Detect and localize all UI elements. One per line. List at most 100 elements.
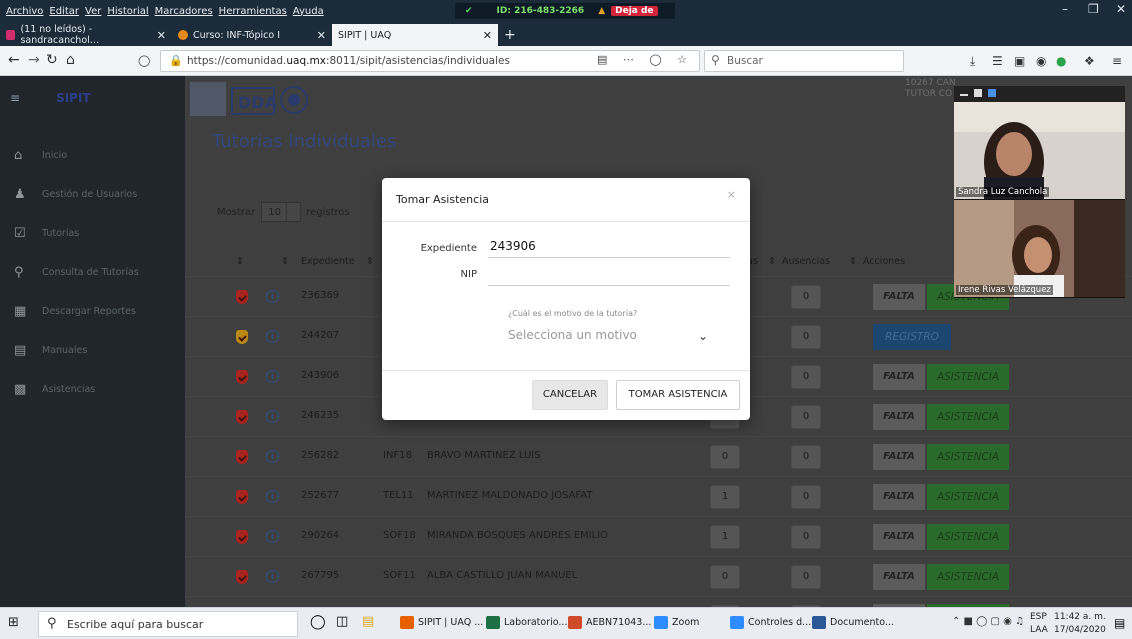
task-view-icon[interactable]: ◫: [336, 614, 348, 629]
sort-icon[interactable]: ⇕: [366, 256, 374, 267]
info-icon[interactable]: i: [266, 290, 279, 303]
falta-button[interactable]: FALTA: [873, 364, 925, 390]
restore-icon[interactable]: ❐: [1088, 2, 1099, 16]
asistencia-button[interactable]: ASISTENCIA: [927, 484, 1009, 510]
stop-sharing-button[interactable]: Deja de: [611, 6, 658, 16]
taskbar-app[interactable]: Documento...: [812, 616, 894, 629]
expediente-field[interactable]: 243906: [488, 236, 730, 258]
menu-ayuda[interactable]: Ayuda: [293, 6, 324, 17]
close-window-icon[interactable]: ✕: [1116, 2, 1126, 16]
sidebar-item-consulta[interactable]: ⚲ Consulta de Tutorías: [0, 253, 185, 292]
notifications-icon[interactable]: ▤: [1114, 616, 1125, 630]
taskbar-app[interactable]: Zoom: [654, 616, 699, 629]
cortana-icon[interactable]: ◯: [310, 614, 326, 630]
falta-button[interactable]: FALTA: [873, 404, 925, 430]
language-indicator[interactable]: ESP LAA: [1030, 611, 1048, 637]
extension-icon[interactable]: ◉: [1036, 54, 1046, 68]
info-icon[interactable]: i: [266, 530, 279, 543]
close-tab-icon[interactable]: ✕: [483, 29, 492, 42]
grammar-extension-icon[interactable]: ●: [1056, 54, 1066, 68]
asistencia-button[interactable]: ASISTENCIA: [927, 524, 1009, 550]
falta-button[interactable]: FALTA: [873, 484, 925, 510]
info-icon[interactable]: i: [266, 410, 279, 423]
sidebar-item-asistencias[interactable]: ▩ Asistencias: [0, 370, 185, 409]
taskbar-app[interactable]: AEBN71043...: [568, 616, 651, 629]
search-input[interactable]: ⚲ Buscar: [704, 50, 904, 72]
library-icon[interactable]: ☰: [992, 54, 1003, 68]
sort-icon[interactable]: ⇕: [768, 256, 776, 267]
sort-icon[interactable]: ⇕: [281, 256, 289, 267]
video-tile-1[interactable]: Sandra Luz Canchola: [954, 102, 1125, 199]
minimize-icon[interactable]: [960, 94, 968, 96]
info-icon[interactable]: i: [266, 490, 279, 503]
home-icon[interactable]: ⌂: [66, 52, 75, 68]
view-icon[interactable]: [974, 89, 982, 97]
sidebar-item-usuarios[interactable]: ♟ Gestión de Usuarios: [0, 175, 185, 214]
hamburger-menu-icon[interactable]: ≡: [1112, 54, 1122, 68]
sidebar-item-reportes[interactable]: ▦ Descargar Reportes: [0, 292, 185, 331]
close-tab-icon[interactable]: ✕: [317, 29, 326, 42]
falta-button[interactable]: FALTA: [873, 284, 925, 310]
menu-herramientas[interactable]: Herramientas: [219, 6, 287, 17]
menu-toggle-icon[interactable]: ≡: [10, 91, 20, 105]
menu-marcadores[interactable]: Marcadores: [155, 6, 213, 17]
page-actions-icon[interactable]: ▤ ⋯ ◯ ☆: [597, 53, 693, 66]
downloads-icon[interactable]: ⤓: [970, 54, 975, 69]
new-tab-button[interactable]: +: [498, 24, 522, 46]
falta-button[interactable]: FALTA: [873, 444, 925, 470]
taskbar-search-placeholder: Escribe aquí para buscar: [67, 617, 204, 631]
menu-historial[interactable]: Historial: [107, 6, 148, 17]
asistencia-button[interactable]: ASISTENCIA: [927, 404, 1009, 430]
registro-button[interactable]: REGISTRO: [873, 324, 951, 350]
forward-icon[interactable]: →: [28, 52, 40, 68]
menu-icon[interactable]: [988, 89, 996, 97]
video-tile-2[interactable]: Irene Rivas Velázquez: [954, 200, 1125, 297]
taskbar-app[interactable]: SIPIT | UAQ ...: [400, 616, 483, 629]
shield-icon[interactable]: ◯: [138, 54, 150, 67]
sort-icon[interactable]: ⇕: [236, 256, 244, 267]
take-attendance-button[interactable]: TOMAR ASISTENCIA: [616, 380, 740, 410]
url-bar[interactable]: 🔒 https://comunidad. uaq.mx:8011/sipit/as…: [160, 50, 700, 72]
reload-icon[interactable]: ↻: [46, 52, 58, 68]
chevron-down-icon[interactable]: [286, 202, 300, 222]
system-tray-icons[interactable]: ⌃ ■ ◯ ▢ ◉ ♫: [952, 616, 1024, 627]
close-icon[interactable]: ×: [727, 188, 736, 201]
tab-sipit[interactable]: SIPIT | UAQ ✕: [332, 24, 498, 46]
info-icon[interactable]: i: [266, 450, 279, 463]
taskbar-app[interactable]: Laboratorio...: [486, 616, 567, 629]
back-icon[interactable]: ←: [8, 52, 20, 68]
info-icon[interactable]: i: [266, 570, 279, 583]
falta-button[interactable]: FALTA: [873, 524, 925, 550]
windows-start-icon[interactable]: ⊞: [8, 615, 19, 630]
asistencia-button[interactable]: ASISTENCIA: [927, 444, 1009, 470]
taskbar-clock[interactable]: 11:42 a. m. 17/04/2020: [1054, 611, 1106, 637]
sidebar-item-tutorias[interactable]: ☑ Tutorías: [0, 214, 185, 253]
file-explorer-icon[interactable]: ▤: [362, 614, 374, 629]
menu-archivo[interactable]: Archivo: [6, 6, 43, 17]
sidebar-item-inicio[interactable]: ⌂ Inicio: [0, 136, 185, 175]
col-expediente[interactable]: Expediente: [301, 256, 355, 267]
addon-icon[interactable]: ❖: [1084, 54, 1095, 68]
info-icon[interactable]: i: [266, 330, 279, 343]
nip-field[interactable]: [488, 264, 730, 286]
menu-ver[interactable]: Ver: [85, 6, 101, 17]
sidebar-icon[interactable]: ▣: [1014, 54, 1025, 68]
asistencia-button[interactable]: ASISTENCIA: [927, 364, 1009, 390]
minimize-icon[interactable]: –: [1062, 2, 1068, 16]
asistencia-button[interactable]: ASISTENCIA: [927, 564, 1009, 590]
sidebar-item-manuales[interactable]: ▤ Manuales: [0, 331, 185, 370]
taskbar-app[interactable]: Controles d...: [730, 616, 811, 629]
col-ausencias[interactable]: Ausencias: [782, 256, 830, 267]
cancel-button[interactable]: CANCELAR: [532, 380, 608, 410]
menu-editar[interactable]: Editar: [49, 6, 79, 17]
app-icon: [400, 616, 414, 629]
motivo-select[interactable]: Selecciona un motivo ⌄: [508, 328, 708, 350]
brand-name[interactable]: SIPIT: [56, 91, 91, 105]
taskbar-search-input[interactable]: ⚲ Escribe aquí para buscar: [38, 611, 298, 637]
falta-button[interactable]: FALTA: [873, 564, 925, 590]
sort-icon[interactable]: ⇕: [849, 256, 857, 267]
close-tab-icon[interactable]: ✕: [157, 29, 166, 42]
tab-curso[interactable]: Curso: INF-Tópico I ✕: [172, 24, 332, 46]
tab-mail[interactable]: (11 no leídos) - sandracanchol… ✕: [0, 24, 172, 46]
info-icon[interactable]: i: [266, 370, 279, 383]
